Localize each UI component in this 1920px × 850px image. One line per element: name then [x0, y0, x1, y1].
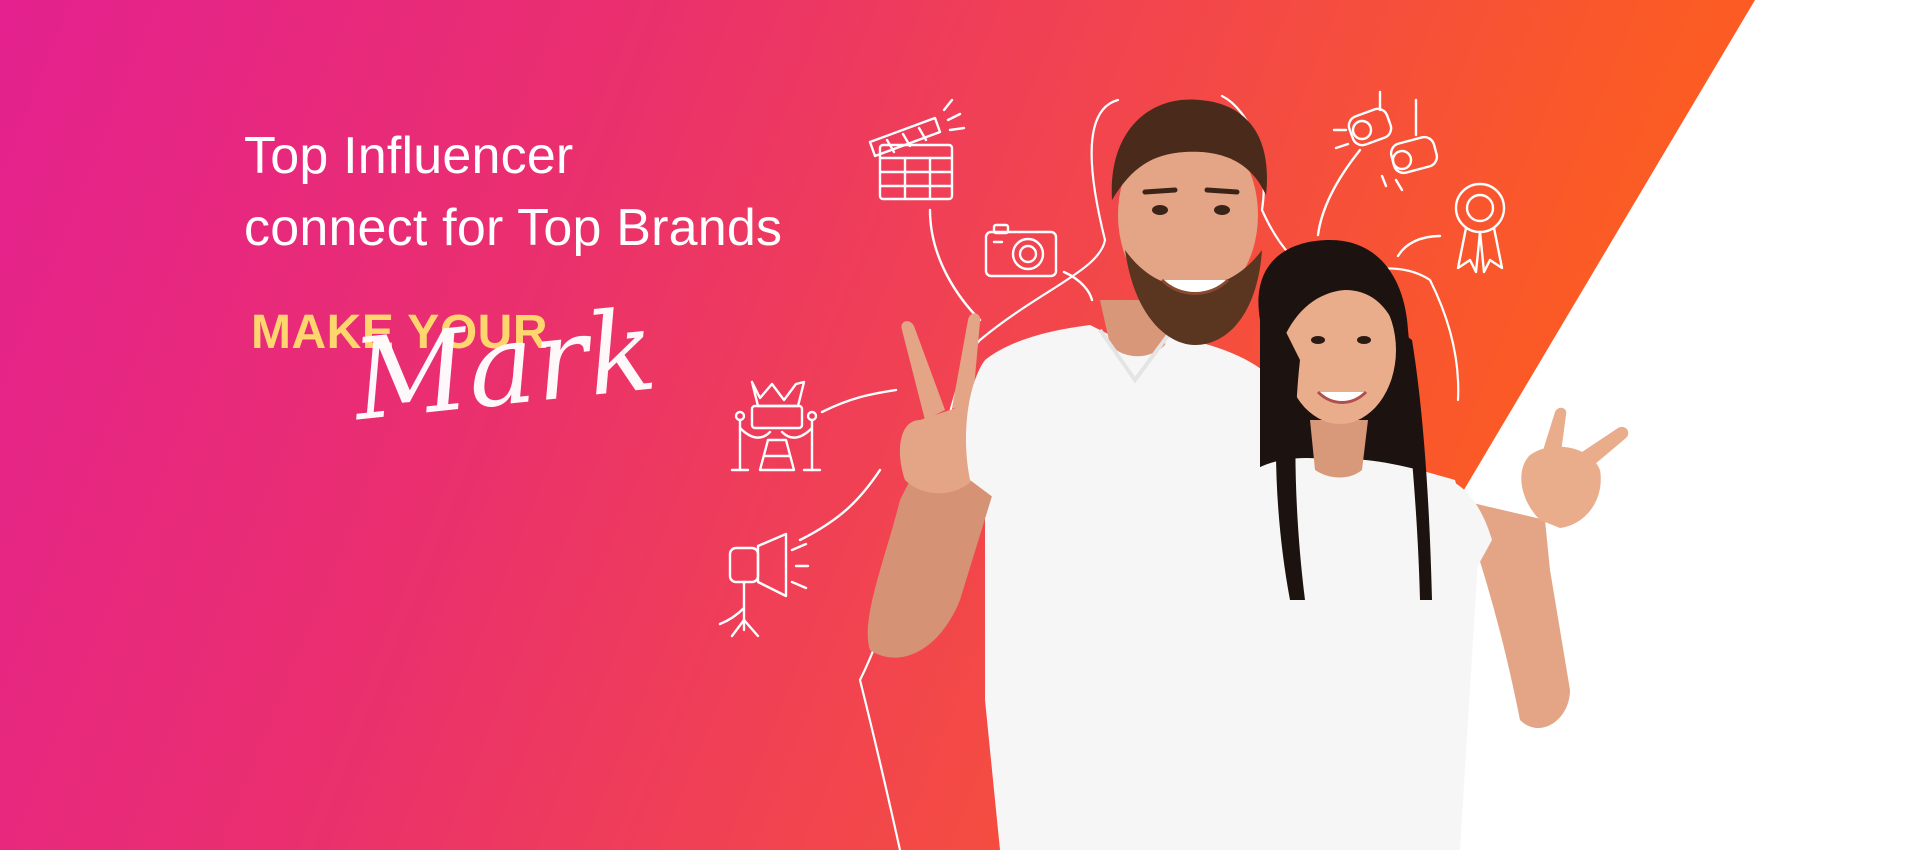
hero-couple-illustration: [858, 94, 1629, 850]
man-figure: [867, 99, 1280, 850]
woman-figure: [1250, 240, 1629, 850]
